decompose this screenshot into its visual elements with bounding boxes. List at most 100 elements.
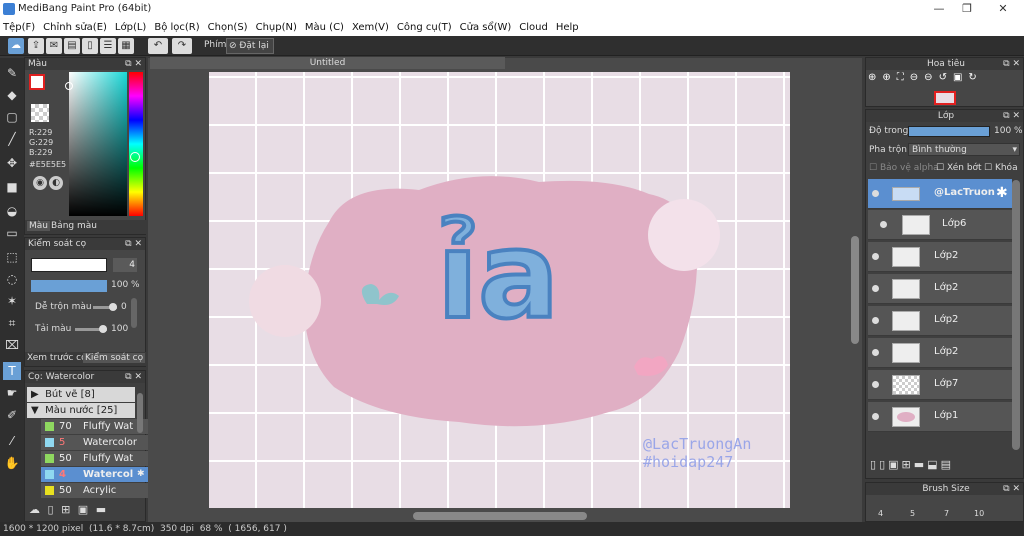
visibility-icon[interactable]	[872, 349, 879, 356]
zoom-in-alt-icon[interactable]: ⊕	[882, 72, 896, 83]
lock-checkbox[interactable]: ☐	[984, 163, 992, 173]
select-pen-tool-icon[interactable]: ⌗	[3, 314, 21, 332]
cloud-brush-icon[interactable]: ☁	[29, 503, 40, 516]
layer-row[interactable]: Lớp7	[868, 370, 1012, 400]
alpha-protect-checkbox[interactable]: ☐	[869, 163, 877, 173]
reset-button[interactable]: ⊘ Đặt lại	[226, 38, 274, 54]
tab-palette[interactable]: Bảng màu	[51, 221, 97, 231]
close-icon[interactable]: ⧉ ✕	[125, 238, 142, 250]
brush-tool-icon[interactable]: ✎	[3, 64, 21, 82]
merge-icon[interactable]: ⬓	[927, 458, 940, 471]
brush-size-option[interactable]: 7	[944, 509, 949, 518]
document-tab[interactable]: Untitled	[150, 57, 505, 69]
add-brush-icon[interactable]: ⊞	[61, 503, 70, 516]
palette-icon[interactable]: ◉	[33, 176, 47, 190]
close-icon[interactable]: ⧉ ✕	[125, 58, 142, 70]
rotate-left-icon[interactable]: ↺	[939, 72, 953, 83]
brush-group-watercolor[interactable]: ▼ Màu nước [25]	[27, 403, 135, 418]
layer-scrollbar[interactable]	[1012, 180, 1020, 450]
menu-filter[interactable]: Bộ lọc(R)	[154, 22, 199, 33]
brush-item[interactable]: 50 Acrylic	[41, 483, 149, 498]
brush-size-option[interactable]: 4	[878, 509, 883, 518]
brush-control-scrollbar[interactable]	[131, 298, 137, 328]
comment-icon[interactable]: ✉	[46, 38, 62, 54]
brush-size-option[interactable]: 5	[910, 509, 915, 518]
brush-item[interactable]: 50 Fluffy Wat	[41, 451, 149, 466]
tab-brush-preview[interactable]: Xem trước cọ	[27, 353, 87, 363]
gradient-tool-icon[interactable]: ▭	[3, 224, 21, 242]
menu-snap[interactable]: Chụp(N)	[256, 22, 297, 33]
menu-window[interactable]: Cửa sổ(W)	[460, 22, 512, 33]
grid-icon[interactable]: ▦	[118, 38, 134, 54]
folder-icon[interactable]: ▬	[96, 503, 106, 516]
artwork-canvas[interactable]: ỉa @LacTruongAn #hoidap247	[209, 72, 790, 508]
layer-row[interactable]: Lớp2	[868, 242, 1012, 272]
close-icon[interactable]: ⧉ ✕	[1003, 110, 1020, 122]
transparent-color-swatch[interactable]	[31, 104, 49, 122]
rectangle-tool-icon[interactable]: ▢	[3, 108, 21, 126]
delete-layer-icon[interactable]: ▤	[941, 458, 954, 471]
zoom-out-alt-icon[interactable]: ⊖	[924, 72, 938, 83]
navigator-preview[interactable]	[934, 91, 956, 105]
menu-cloud[interactable]: Cloud	[519, 22, 548, 33]
hue-slider[interactable]	[129, 72, 143, 216]
blend-mode-select[interactable]: Bình thường ▾	[908, 143, 1020, 156]
menu-edit[interactable]: Chỉnh sửa(E)	[43, 22, 107, 33]
lasso-tool-icon[interactable]: ◌	[3, 270, 21, 288]
close-icon[interactable]: ⧉ ✕	[125, 371, 142, 383]
copy-layer-icon[interactable]: ▣	[888, 458, 901, 471]
copy-brush-icon[interactable]: ▣	[78, 503, 88, 516]
brush-list-scrollbar[interactable]	[137, 393, 143, 433]
list-icon[interactable]: ☰	[100, 38, 116, 54]
mix-slider[interactable]	[93, 303, 117, 311]
layer-row[interactable]: Lớp2	[868, 338, 1012, 368]
brush-group-pen[interactable]: ▶ Bút vẽ [8]	[27, 387, 135, 402]
brush-size-value[interactable]: 4	[113, 258, 137, 272]
visibility-icon[interactable]	[872, 413, 879, 420]
redo-icon[interactable]: ↷	[172, 38, 192, 54]
close-icon[interactable]: ⧉ ✕	[1003, 58, 1020, 70]
brush-item[interactable]: 70 Fluffy Wat	[41, 419, 149, 434]
rotate-right-icon[interactable]: ↻	[968, 72, 982, 83]
menu-color[interactable]: Màu (C)	[305, 22, 344, 33]
layer-row[interactable]: Lớp2	[868, 306, 1012, 336]
maximize-button[interactable]: ❐	[952, 2, 982, 16]
visibility-icon[interactable]	[872, 285, 879, 292]
brush-item-selected[interactable]: 4 Watercol ✱	[41, 467, 149, 482]
brush-size-slider[interactable]	[31, 258, 107, 272]
visibility-icon[interactable]	[880, 221, 887, 228]
primary-color-swatch[interactable]	[29, 74, 45, 90]
tab-brush-control[interactable]: Kiểm soát cọ	[83, 353, 146, 363]
layer-opacity-slider[interactable]	[908, 126, 990, 137]
tab-color[interactable]: Màu	[27, 221, 50, 231]
add-layer-menu-icon[interactable]: ⊞	[902, 458, 914, 471]
line-tool-icon[interactable]: ╱	[3, 130, 21, 148]
clipping-checkbox[interactable]: ☐	[936, 163, 944, 173]
actual-size-icon[interactable]: ▣	[953, 72, 968, 83]
settings-icon[interactable]: ✱	[137, 467, 145, 482]
folder-icon[interactable]: ▬	[914, 458, 927, 471]
menu-help[interactable]: Help	[556, 22, 579, 33]
new-brush-icon[interactable]: ▯	[48, 503, 54, 516]
menu-select[interactable]: Chọn(S)	[208, 22, 248, 33]
brush-opacity-slider[interactable]	[31, 280, 107, 292]
eraser-tool-icon[interactable]: ◆	[3, 86, 21, 104]
new-layer-icon[interactable]: ▯	[870, 458, 879, 471]
new-layer-alt-icon[interactable]: ▯	[879, 458, 888, 471]
saturation-value-picker[interactable]	[65, 72, 127, 216]
visibility-icon[interactable]	[872, 381, 879, 388]
close-button[interactable]: ✕	[988, 2, 1018, 16]
message-icon[interactable]: ▤	[64, 38, 80, 54]
visibility-icon[interactable]	[872, 317, 879, 324]
layer-row-selected[interactable]: @LacTruon ✱	[868, 179, 1012, 209]
color-picker-icon[interactable]: ◐	[49, 176, 63, 190]
fit-icon[interactable]: ⛶	[897, 72, 910, 83]
zoom-out-icon[interactable]: ⊖	[910, 72, 924, 83]
visibility-icon[interactable]	[872, 190, 879, 197]
hue-cursor[interactable]	[130, 152, 140, 162]
menu-layer[interactable]: Lớp(L)	[115, 22, 146, 33]
page-icon[interactable]: ▯	[82, 38, 98, 54]
undo-icon[interactable]: ↶	[148, 38, 168, 54]
upload-icon[interactable]: ⇪	[28, 38, 44, 54]
menu-file[interactable]: Tệp(F)	[3, 22, 35, 33]
